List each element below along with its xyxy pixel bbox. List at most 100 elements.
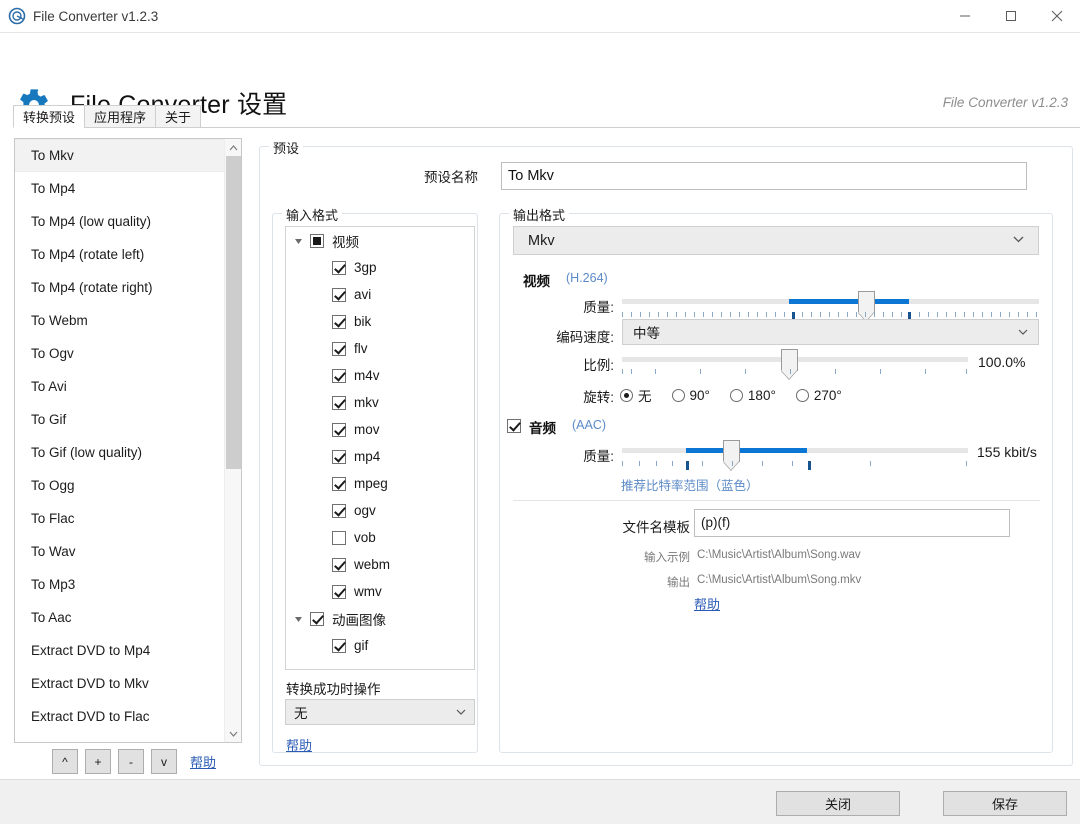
tree-node-label: 视频 — [332, 231, 359, 251]
list-item[interactable]: Extract DVD to Mp4 — [15, 634, 224, 667]
maximize-button[interactable] — [988, 0, 1034, 32]
tree-node[interactable]: 视频 — [286, 227, 474, 254]
tree-node-label: m4v — [354, 368, 380, 383]
list-item[interactable]: To Wav — [15, 535, 224, 568]
close-dialog-button[interactable]: 关闭 — [776, 791, 900, 816]
tab-application[interactable]: 应用程序 — [84, 105, 156, 128]
list-item[interactable]: To Webm — [15, 304, 224, 337]
list-item[interactable]: To Ogg — [15, 469, 224, 502]
tree-node[interactable]: avi — [286, 281, 474, 308]
list-item[interactable]: To Mkv — [15, 139, 224, 172]
save-button[interactable]: 保存 — [943, 791, 1067, 816]
list-item[interactable]: To Mp4 — [15, 172, 224, 205]
checkbox[interactable] — [332, 342, 346, 356]
tree-node[interactable]: mov — [286, 416, 474, 443]
list-item[interactable]: To Aac — [15, 601, 224, 634]
checkbox[interactable] — [332, 639, 346, 653]
checkbox[interactable] — [332, 531, 346, 545]
list-item[interactable]: To Flac — [15, 502, 224, 535]
tree-node-label: mov — [354, 422, 380, 437]
rotate-option-90[interactable]: 90° — [672, 388, 710, 403]
list-item[interactable]: To Mp3 — [15, 568, 224, 601]
encoding-speed-select[interactable]: 中等 — [622, 319, 1039, 345]
scale-ticks — [622, 369, 968, 378]
video-section-heading: 视频 — [523, 270, 550, 290]
checkbox[interactable] — [332, 477, 346, 491]
audio-quality-thumb[interactable] — [723, 440, 740, 462]
video-quality-thumb[interactable] — [858, 291, 875, 313]
chevron-down-icon — [456, 707, 466, 718]
tree-node[interactable]: mkv — [286, 389, 474, 416]
preset-list-scrollbar[interactable] — [224, 139, 241, 742]
checkbox[interactable] — [332, 585, 346, 599]
video-quality-slider[interactable] — [622, 299, 1039, 304]
preset-name-input[interactable]: To Mkv — [501, 162, 1027, 190]
checkbox[interactable] — [332, 288, 346, 302]
tree-node[interactable]: bik — [286, 308, 474, 335]
input-format-tree[interactable]: 视频 3gp avi bik flv m4v mkv mov mp4 mpeg … — [285, 226, 475, 670]
input-format-help-link[interactable]: 帮助 — [286, 735, 312, 754]
output-format-select[interactable]: Mkv — [513, 226, 1039, 255]
checkbox[interactable] — [332, 315, 346, 329]
radio-button[interactable] — [730, 389, 743, 402]
tree-node[interactable]: webm — [286, 551, 474, 578]
list-item[interactable]: To Gif (low quality) — [15, 436, 224, 469]
audio-enabled-checkbox[interactable] — [507, 419, 521, 433]
tree-node[interactable]: gif — [286, 632, 474, 659]
move-down-button[interactable]: v — [151, 749, 177, 774]
preset-list[interactable]: To Mkv To Mp4 To Mp4 (low quality) To Mp… — [14, 138, 242, 743]
tree-node[interactable]: vob — [286, 524, 474, 551]
expander-icon[interactable] — [292, 615, 306, 623]
close-button[interactable] — [1034, 0, 1080, 32]
add-preset-button[interactable]: + — [85, 749, 111, 774]
preset-list-help-link[interactable]: 帮助 — [190, 752, 216, 771]
checkbox[interactable] — [332, 423, 346, 437]
tree-node[interactable]: 动画图像 — [286, 605, 474, 632]
list-item[interactable]: To Gif — [15, 403, 224, 436]
audio-quality-slider[interactable] — [622, 448, 968, 453]
checkbox[interactable] — [332, 558, 346, 572]
scroll-up-icon[interactable] — [225, 139, 241, 156]
radio-button[interactable] — [620, 389, 633, 402]
expander-icon[interactable] — [292, 237, 306, 245]
rotate-option-270[interactable]: 270° — [796, 388, 842, 403]
checkbox[interactable] — [310, 234, 324, 248]
checkbox[interactable] — [332, 261, 346, 275]
tree-node[interactable]: ogv — [286, 497, 474, 524]
tree-node[interactable]: wmv — [286, 578, 474, 605]
radio-button[interactable] — [672, 389, 685, 402]
rotate-option-180[interactable]: 180° — [730, 388, 776, 403]
filename-template-input[interactable]: (p)(f) — [694, 509, 1010, 537]
list-item[interactable]: Extract DVD to Mkv — [15, 667, 224, 700]
checkbox[interactable] — [310, 612, 324, 626]
list-item[interactable]: To Mp4 (rotate right) — [15, 271, 224, 304]
tree-node[interactable]: m4v — [286, 362, 474, 389]
tree-node[interactable]: mp4 — [286, 443, 474, 470]
tree-node[interactable]: 3gp — [286, 254, 474, 281]
tree-node[interactable]: mpeg — [286, 470, 474, 497]
checkbox[interactable] — [332, 504, 346, 518]
list-item[interactable]: To Avi — [15, 370, 224, 403]
list-item[interactable]: To Mp4 (low quality) — [15, 205, 224, 238]
checkbox[interactable] — [332, 396, 346, 410]
checkbox[interactable] — [332, 450, 346, 464]
move-up-button[interactable]: ^ — [52, 749, 78, 774]
list-item[interactable]: Extract DVD to Flac — [15, 700, 224, 733]
scrollbar-thumb[interactable] — [226, 156, 241, 469]
minimize-button[interactable] — [942, 0, 988, 32]
footer-bar: 关闭 保存 — [0, 779, 1080, 824]
list-item[interactable]: To Ogv — [15, 337, 224, 370]
scale-thumb[interactable] — [781, 349, 798, 371]
tree-node[interactable]: flv — [286, 335, 474, 362]
filename-help-link[interactable]: 帮助 — [694, 594, 720, 613]
rotate-option-none[interactable]: 无 — [620, 385, 652, 405]
tab-about[interactable]: 关于 — [155, 105, 201, 128]
tab-conversion-presets[interactable]: 转换预设 — [13, 105, 85, 128]
after-conversion-select[interactable]: 无 — [285, 699, 475, 725]
rotate-option-label: 90° — [690, 388, 710, 403]
radio-button[interactable] — [796, 389, 809, 402]
checkbox[interactable] — [332, 369, 346, 383]
scroll-down-icon[interactable] — [225, 725, 241, 742]
remove-preset-button[interactable]: - — [118, 749, 144, 774]
list-item[interactable]: To Mp4 (rotate left) — [15, 238, 224, 271]
